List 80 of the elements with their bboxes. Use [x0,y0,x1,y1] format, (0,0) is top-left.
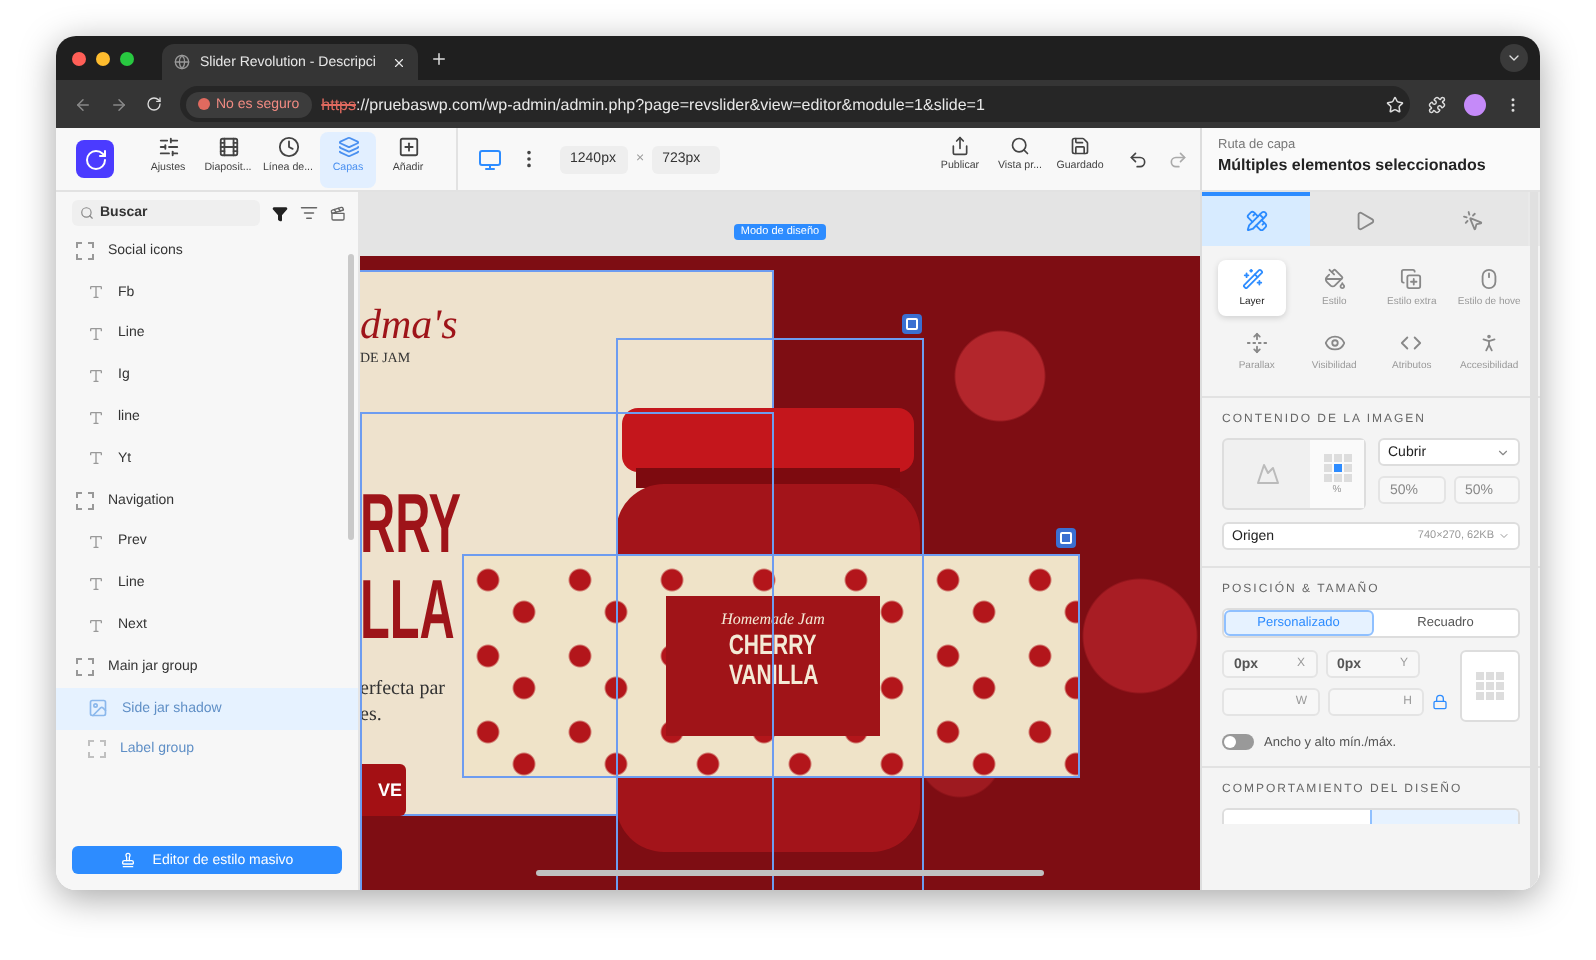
plus-square-icon [397,135,419,157]
profile-avatar[interactable] [1464,93,1486,115]
text-icon [88,325,104,342]
group-icon [76,241,94,260]
undo-icon [1128,149,1148,169]
text-icon [88,367,104,384]
scrollbar[interactable] [348,254,354,540]
undo-button[interactable] [1128,149,1148,169]
new-tab-button[interactable] [430,49,448,67]
bookmark-star-icon[interactable] [1386,95,1404,113]
pointer-click-icon [1462,210,1485,232]
back-button[interactable] [74,95,92,113]
maximize-window-button[interactable] [120,51,134,65]
clock-icon [277,135,299,157]
group-icon [76,657,94,676]
filter-icon[interactable] [272,205,288,221]
layer-path-value: Múltiples elementos seleccionados [1218,156,1488,174]
text-icon [88,284,104,301]
warning-icon [198,98,210,110]
copy-plus-icon [1400,268,1423,290]
body-text: erfecta par [360,680,445,700]
chevron-down-icon [1498,530,1510,542]
inspector-tab[interactable] [1202,192,1311,246]
group-icon [76,491,94,510]
text-icon [88,409,104,426]
reload-icon [146,96,162,112]
headline-text: LLA [360,568,455,652]
plus-icon [430,49,448,67]
app-logo[interactable] [76,140,114,178]
group-icon [88,740,106,759]
paint-bucket-icon [1323,268,1346,290]
stamp-icon [120,852,137,868]
text-icon [88,450,104,467]
monitor-icon [478,147,502,171]
magic-wand-icon [1241,268,1263,290]
vertical-arrows-icon [1245,332,1268,354]
alignment-grid-icon[interactable] [1323,453,1351,481]
forward-arrow-icon [110,95,128,113]
url-text: https://pruebaswp.com/wp-admin/admin.php?page=revslider&view=editor&module=1&slide=1 [321,95,987,113]
close-window-button[interactable] [72,51,86,65]
scrollbar[interactable] [536,870,1044,876]
search-icon [1010,135,1030,155]
clapperboard-icon[interactable] [330,205,346,221]
text-icon [88,617,104,634]
minimize-window-button[interactable] [96,51,110,65]
text-icon [88,533,104,550]
tab-list-button[interactable] [1500,44,1528,72]
desktop-view-button[interactable] [478,147,502,171]
mouse-icon [1478,268,1501,290]
play-icon [1353,210,1376,232]
logo-arrows-icon [83,147,107,171]
headline-text: RRY [360,482,462,566]
lock-icon[interactable] [1432,694,1448,710]
selection-handle[interactable] [1056,528,1076,548]
sort-icon[interactable] [300,204,318,222]
reload-button[interactable] [146,96,162,112]
pencil-ruler-icon [1245,210,1268,232]
redo-icon [1168,149,1188,169]
film-icon [217,135,239,157]
chevron-down-icon [1506,50,1522,66]
code-icon [1400,332,1423,354]
back-arrow-icon [74,95,92,113]
layers-icon [337,135,359,157]
search-icon [80,206,94,220]
globe-icon [174,54,190,70]
close-icon[interactable] [392,55,406,69]
sliders-icon [157,135,179,157]
save-icon [1070,135,1090,155]
selection-handle[interactable] [902,314,922,334]
extensions-icon[interactable] [1428,95,1446,113]
toggle-switch[interactable] [1222,734,1254,750]
text-icon [88,575,104,592]
chevron-down-icon [1496,445,1510,459]
share-icon [950,135,970,155]
brand-script-text: dma's [360,304,460,346]
mountain-icon [1255,462,1279,486]
person-icon [1478,332,1501,354]
eye-icon [1323,332,1346,354]
forward-button[interactable] [110,95,128,113]
image-icon [88,698,108,719]
